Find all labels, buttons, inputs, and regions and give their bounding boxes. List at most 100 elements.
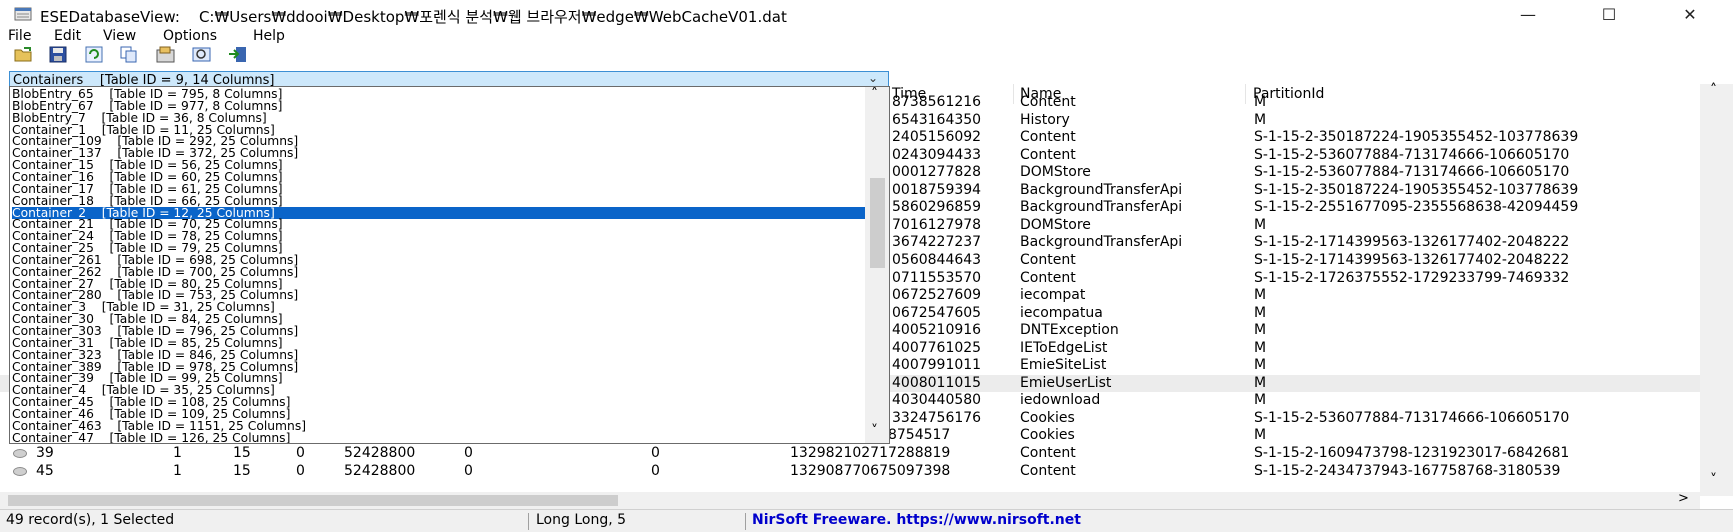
cell-partition[interactable]: S-1-15-2-1726375552-1729233799-7469332 [1254,270,1569,287]
open-icon[interactable] [14,46,34,63]
cell-partition[interactable]: M [1254,392,1266,409]
cell-time[interactable]: 3674227237 [892,234,981,251]
cell-name[interactable]: EmieSiteList [1020,357,1106,374]
cell-partition[interactable]: S-1-15-2-1714399563-1326177402-2048222 [1254,252,1569,269]
cell-partition[interactable]: S-1-15-2-536077884-713174666-106605170 [1254,147,1569,164]
cell-name[interactable]: Content [1020,252,1076,269]
cell-name[interactable]: Content [1020,147,1076,164]
cell-c1[interactable]: 1 [173,463,182,480]
cell-name[interactable]: IEToEdgeList [1020,340,1107,357]
cell-partition[interactable]: M [1254,287,1266,304]
cell-c5[interactable]: 0 [464,463,473,480]
dropdown-item[interactable]: Container_18 [Table ID = 66, 25 Columns] [12,194,865,206]
dropdown-item[interactable]: BlobEntry_7 [Table ID = 36, 8 Columns] [12,112,865,124]
cell-partition[interactable]: M [1254,357,1266,374]
dropdown-item[interactable]: Container_463 [Table ID = 1151, 25 Colum… [12,420,865,432]
cell-name[interactable]: DOMStore [1020,217,1091,234]
cell-c6[interactable]: 0 [651,445,660,462]
cell-time[interactable]: 0672527609 [892,287,981,304]
cell-time[interactable]: 6543164350 [892,112,981,129]
cell-c4[interactable]: 52428800 [344,445,415,462]
dropdown-item[interactable]: Container_47 [Table ID = 126, 25 Columns… [12,431,865,443]
cell-name[interactable]: DNTException [1020,322,1119,339]
cell-time[interactable]: 0018759394 [892,182,981,199]
cell-partition[interactable]: S-1-15-2-536077884-713174666-106605170 [1254,164,1569,181]
cell-name[interactable]: BackgroundTransferApi [1020,234,1182,251]
cell-name[interactable]: Cookies [1020,427,1075,444]
cell-partition[interactable]: M [1254,305,1266,322]
properties-icon[interactable] [156,46,176,63]
cell-partition[interactable]: S-1-15-2-350187224-1905355452-103778639 [1254,182,1578,199]
cell-partition[interactable]: S-1-15-2-1609473798-1231923017-6842681 [1254,445,1569,462]
nirsoft-link[interactable]: NirSoft Freeware. https://www.nirsoft.ne… [752,512,1081,528]
cell-partition[interactable]: S-1-15-2-2434737943-167758768-3180539 [1254,463,1560,480]
cell-time[interactable]: 2405156092 [892,129,981,146]
copy-icon[interactable] [119,46,139,63]
cell-partition[interactable]: M [1254,427,1266,444]
minimize-button[interactable]: — [1500,0,1556,29]
cell-c1[interactable]: 1 [173,445,182,462]
exit-icon[interactable] [228,46,248,63]
cell-name[interactable]: DOMStore [1020,164,1091,181]
cell-partition[interactable]: S-1-15-2-2551677095-2355568638-42094459 [1254,199,1578,216]
cell-id[interactable]: 45 [36,463,54,480]
cell-time[interactable]: 5860296859 [892,199,981,216]
cell-time[interactable]: 0672547605 [892,305,981,322]
cell-name[interactable]: History [1020,112,1070,129]
cell-time[interactable]: 132908770675097398 [790,463,950,480]
cell-name[interactable]: Content [1020,94,1076,111]
scroll-right-icon[interactable]: > [1678,491,1689,506]
cell-time[interactable]: 0560844643 [892,252,981,269]
horizontal-scrollbar[interactable]: > [0,491,1700,509]
cell-name[interactable]: iecompatua [1020,305,1103,322]
dropdown-scroll-up-icon[interactable]: ˄ [871,87,878,102]
chevron-down-icon[interactable]: ⌄ [868,71,878,85]
refresh-icon[interactable] [84,46,104,63]
cell-time[interactable]: 4005210916 [892,322,981,339]
cell-id[interactable]: 39 [36,445,54,462]
cell-partition[interactable]: S-1-15-2-350187224-1905355452-103778639 [1254,129,1578,146]
cell-time[interactable]: 0243094433 [892,147,981,164]
cell-time[interactable]: 4007761025 [892,340,981,357]
cell-time[interactable]: 0001277828 [892,164,981,181]
cell-c4[interactable]: 52428800 [344,463,415,480]
cell-name[interactable]: iecompat [1020,287,1085,304]
save-icon[interactable] [48,46,68,63]
cell-partition[interactable]: S-1-15-2-536077884-713174666-106605170 [1254,410,1569,427]
column-separator[interactable] [1013,84,1014,104]
cell-name[interactable]: BackgroundTransferApi [1020,199,1182,216]
cell-c5[interactable]: 0 [464,445,473,462]
dropdown-scroll-down-icon[interactable]: ˅ [871,423,878,439]
cell-name[interactable]: Content [1020,463,1076,480]
cell-time[interactable]: 4007991011 [892,357,981,374]
menu-view[interactable]: View [103,28,136,44]
menu-edit[interactable]: Edit [54,28,81,44]
cell-partition[interactable]: M [1254,322,1266,339]
cell-name[interactable]: Cookies [1020,410,1075,427]
cell-time[interactable]: 4008011015 [892,375,981,392]
cell-time[interactable]: 0711553570 [892,270,981,287]
scroll-up-icon[interactable]: ˄ [1710,82,1717,98]
cell-c3[interactable]: 0 [296,463,305,480]
cell-c6[interactable]: 0 [651,463,660,480]
table-dropdown-list[interactable]: BlobEntry_65 [Table ID = 795, 8 Columns]… [9,86,890,444]
dropdown-scrollbar[interactable]: ˄ ˅ [865,87,889,443]
cell-partition[interactable]: M [1254,94,1266,111]
menu-help[interactable]: Help [253,28,285,44]
dropdown-scroll-thumb[interactable] [870,178,885,268]
table-selector-combobox[interactable]: Containers [Table ID = 9, 14 Columns] ⌄ [9,71,889,88]
cell-name[interactable]: BackgroundTransferApi [1020,182,1182,199]
dropdown-item[interactable]: Container_17 [Table ID = 61, 25 Columns] [12,183,865,195]
find-icon[interactable] [192,46,212,63]
cell-partition[interactable]: M [1254,340,1266,357]
dropdown-item[interactable]: Container_323 [Table ID = 846, 25 Column… [12,349,865,361]
dropdown-item[interactable]: Container_262 [Table ID = 700, 25 Column… [12,266,865,278]
cell-time[interactable]: 3324756176 [892,410,981,427]
close-button[interactable]: ✕ [1662,0,1718,29]
cell-c2[interactable]: 15 [233,445,251,462]
cell-time[interactable]: 7016127978 [892,217,981,234]
menu-file[interactable]: File [8,28,31,44]
cell-partition[interactable]: S-1-15-2-1714399563-1326177402-2048222 [1254,234,1569,251]
vertical-scrollbar[interactable]: ˄ ˅ [1700,82,1733,496]
cell-name[interactable]: Content [1020,270,1076,287]
